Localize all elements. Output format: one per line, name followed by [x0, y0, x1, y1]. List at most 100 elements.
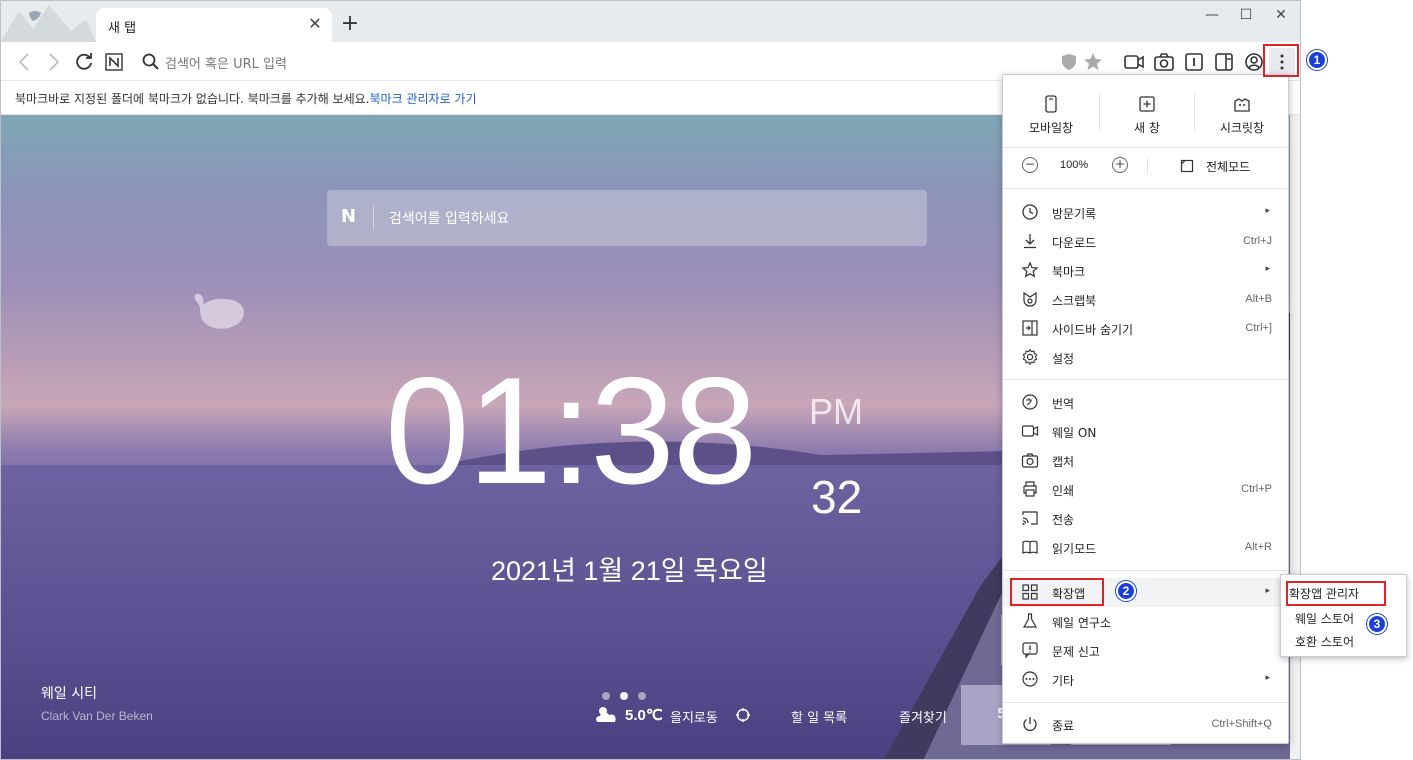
more-horizontal-icon — [1022, 671, 1038, 687]
weather-temperature: 5.0℃ — [625, 707, 663, 724]
menu-item-whale-labs[interactable]: 웨일 연구소 — [1003, 607, 1288, 636]
location-target-icon[interactable] — [735, 707, 751, 723]
close-tab-icon[interactable]: ✕ — [306, 15, 324, 33]
page-dot-2[interactable] — [620, 692, 628, 700]
shield-icon[interactable] — [1057, 50, 1081, 74]
menu-item-hide-sidebar[interactable]: 사이드바 숨기기 Ctrl+] — [1003, 314, 1288, 343]
menu-item-print[interactable]: 인쇄 Ctrl+P — [1003, 475, 1288, 504]
menu-item-whale-on[interactable]: 웨일 ON — [1003, 417, 1288, 446]
whale-logo-icon — [1, 1, 96, 42]
tab-strip: 새 탭 ✕ + — ☐ ✕ — [1, 1, 1300, 42]
naver-home-icon[interactable] — [102, 50, 126, 74]
submenu-item-whale-store[interactable]: 웨일 스토어 — [1295, 610, 1354, 627]
menu-item-more[interactable]: 기타 ▸ — [1003, 665, 1288, 694]
menu-item-bookmarks[interactable]: 북마크 ▸ — [1003, 256, 1288, 285]
annotation-badge-2: 2 — [1116, 581, 1136, 601]
forward-icon[interactable] — [41, 50, 65, 74]
bookmark-bar-message: 북마크바로 지정된 폴더에 북마크가 없습니다. 북마크를 추가해 보세요.북마… — [15, 90, 477, 107]
reader-icon[interactable] — [1182, 50, 1206, 74]
menu-item-label: 스크랩북 — [1052, 294, 1097, 308]
download-icon — [1024, 234, 1036, 249]
menu-item-shortcut: Ctrl+Shift+Q — [1211, 718, 1272, 730]
menu-item-shortcut: Ctrl+] — [1245, 322, 1272, 334]
annotation-box-menu — [1263, 44, 1299, 77]
menu-item-label: 웨일 ON — [1052, 426, 1097, 440]
secret-window-label: 시크릿창 — [1219, 121, 1265, 135]
new-tab-button[interactable]: + — [339, 13, 361, 35]
mobile-icon — [1045, 95, 1057, 113]
zoom-out-button[interactable]: − — [1022, 157, 1038, 173]
submenu-item-compat-store[interactable]: 호환 스토어 — [1295, 633, 1354, 650]
menu-item-label: 다운로드 — [1052, 236, 1097, 250]
fullscreen-icon[interactable] — [1180, 159, 1194, 173]
divider — [1003, 188, 1288, 189]
clock-seconds: 32 — [811, 471, 863, 523]
clock-icon — [1022, 204, 1038, 220]
tab-new-tab[interactable]: 새 탭 ✕ — [96, 8, 332, 42]
url-input[interactable]: 검색어 혹은 URL 입력 — [165, 53, 287, 72]
menu-item-shortcut: Ctrl+J — [1242, 235, 1272, 247]
video-icon — [1021, 425, 1039, 437]
flask-icon — [1022, 613, 1038, 628]
annotation-box-extension-manager — [1286, 581, 1386, 606]
menu-item-exit[interactable]: 종료 Ctrl+Shift+Q — [1003, 710, 1288, 739]
zoom-row: − 100% + 전체모드 — [1003, 153, 1288, 179]
chevron-right-icon: ▸ — [1265, 264, 1270, 274]
menu-item-shortcut: Alt+B — [1245, 293, 1272, 305]
bookmark-empty-text: 북마크바로 지정된 폴더에 북마크가 없습니다. 북마크를 추가해 보세요. — [15, 92, 370, 106]
bookmark-star-icon[interactable] — [1081, 50, 1105, 74]
mobile-window-label: 모바일창 — [1028, 121, 1074, 135]
menu-item-shortcut: Ctrl+P — [1241, 483, 1272, 495]
main-menu: 모바일창 새 창 시크릿창 − 100% + 전체모드 방문기록 ▸ 다운로드 … — [1002, 74, 1289, 744]
favorites-link[interactable]: 즐겨찾기 — [899, 707, 947, 726]
annotation-badge-1: 1 — [1307, 50, 1327, 70]
menu-item-label: 웨일 연구소 — [1052, 616, 1112, 630]
menu-item-report-issue[interactable]: 문제 신고 — [1003, 636, 1288, 665]
sidebar-icon[interactable] — [1212, 50, 1236, 74]
menu-item-label: 전송 — [1052, 513, 1075, 527]
bookmark-manager-link[interactable]: 북마크 관리자로 가기 — [370, 92, 477, 106]
menu-item-cast[interactable]: 전송 — [1003, 504, 1288, 533]
menu-item-label: 방문기록 — [1052, 207, 1097, 221]
reload-icon[interactable] — [72, 50, 96, 74]
menu-item-label: 설정 — [1052, 352, 1075, 366]
menu-item-label: 인쇄 — [1052, 484, 1075, 498]
mobile-window-button[interactable]: 모바일창 — [1003, 93, 1099, 139]
menu-item-reading-mode[interactable]: 읽기모드 Alt+R — [1003, 533, 1288, 562]
menu-item-capture[interactable]: 캡처 — [1003, 446, 1288, 475]
new-window-button[interactable]: 새 창 — [1099, 93, 1195, 139]
whale-mascot-icon — [194, 293, 244, 329]
todo-list-link[interactable]: 할 일 목록 — [791, 707, 847, 726]
power-icon — [1023, 717, 1037, 731]
menu-item-downloads[interactable]: 다운로드 Ctrl+J — [1003, 227, 1288, 256]
whale-on-icon[interactable] — [1122, 50, 1146, 74]
menu-item-history[interactable]: 방문기록 ▸ — [1003, 198, 1288, 227]
close-window-icon[interactable]: ✕ — [1266, 5, 1296, 25]
divider — [1003, 379, 1288, 380]
page-dot-3[interactable] — [638, 692, 646, 700]
scrollbar[interactable] — [1290, 115, 1300, 759]
menu-item-settings[interactable]: 설정 — [1003, 343, 1288, 372]
secret-window-button[interactable]: 시크릿창 — [1194, 93, 1290, 139]
clock-ampm: PM — [809, 391, 863, 432]
menu-item-shortcut: Alt+R — [1244, 541, 1272, 553]
camera-icon[interactable] — [1152, 50, 1176, 74]
menu-item-scrapbook[interactable]: 스크랩북 Alt+B — [1003, 285, 1288, 314]
menu-item-label: 종료 — [1052, 719, 1075, 733]
fullscreen-label[interactable]: 전체모드 — [1206, 158, 1250, 175]
back-icon[interactable] — [13, 50, 37, 74]
minimize-icon[interactable]: — — [1197, 5, 1227, 25]
search-box[interactable]: N 검색어를 입력하세요 — [327, 190, 927, 246]
photo-credit: Clark Van Der Beken — [41, 709, 153, 723]
zoom-in-button[interactable]: + — [1112, 157, 1128, 173]
search-placeholder: 검색어를 입력하세요 — [389, 211, 510, 227]
page-dot-1[interactable] — [602, 692, 610, 700]
maximize-icon[interactable]: ☐ — [1231, 5, 1261, 25]
menu-item-translate[interactable]: 번역 — [1003, 388, 1288, 417]
search-divider — [373, 206, 374, 230]
menu-item-label: 사이드바 숨기기 — [1052, 323, 1134, 337]
search-icon — [142, 53, 159, 70]
new-window-icon — [1139, 96, 1155, 112]
chevron-right-icon: ▸ — [1265, 673, 1270, 683]
weather-cloud-icon — [596, 707, 616, 722]
